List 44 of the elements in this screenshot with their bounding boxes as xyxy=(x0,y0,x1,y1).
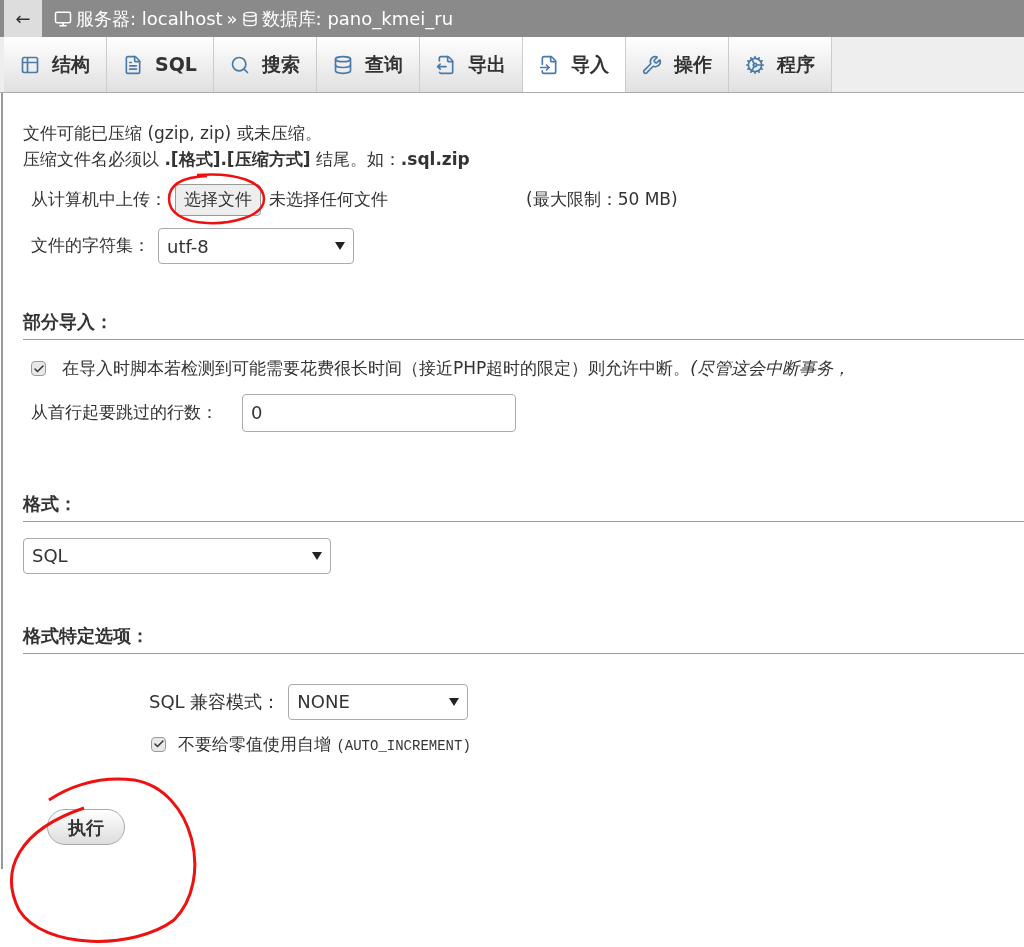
upload-label: 从计算机中上传： xyxy=(31,188,167,212)
checkbox[interactable] xyxy=(151,736,166,752)
compression-note: 文件可能已压缩 (gzip, zip) 或未压缩。 xyxy=(23,122,323,145)
compat-mode-select[interactable]: NONE xyxy=(288,683,469,720)
auto-increment-option-text: 不要给零值使用自增 (AUTO_INCREMENT) xyxy=(178,732,471,756)
dropdown-caret-icon xyxy=(449,697,460,706)
tab-icon xyxy=(123,54,143,75)
server-icon xyxy=(54,9,72,28)
tab[interactable]: 导出 xyxy=(419,37,523,92)
tab[interactable]: 操作 xyxy=(625,37,729,92)
skip-rows-field[interactable]: 0 xyxy=(242,393,516,432)
section-heading: 格式特定选项： xyxy=(23,621,1024,654)
tab-icon xyxy=(435,54,456,75)
section-heading: 部分导入： xyxy=(23,308,1024,340)
no-file-text: 未选择任何文件 xyxy=(269,188,388,212)
tab[interactable]: SQL xyxy=(107,37,214,92)
tab-icon xyxy=(641,54,662,75)
charset-select[interactable]: utf-8 xyxy=(158,228,354,264)
choose-file-button[interactable]: 选择文件 xyxy=(175,184,261,216)
interrupt-option-text: 在导入时脚本若检测到可能需要花费很长时间（接近PHP超时的限定）则允许中断。(尽管这会中断事务， xyxy=(62,357,850,380)
tab[interactable]: 查询 xyxy=(316,37,420,92)
tab-icon xyxy=(229,54,250,75)
execute-button[interactable]: 执行 xyxy=(47,809,125,845)
tab-icon xyxy=(538,54,559,75)
tab-icon xyxy=(744,54,765,75)
checkbox[interactable] xyxy=(31,361,46,377)
format-select[interactable]: SQL xyxy=(23,537,331,574)
max-size-text: (最大限制：50 MB) xyxy=(526,188,678,212)
dropdown-caret-icon xyxy=(335,242,345,250)
dropdown-caret-icon xyxy=(312,551,322,560)
tab[interactable]: 结构 xyxy=(4,37,107,92)
compat-mode-label: SQL 兼容模式： xyxy=(149,690,281,714)
section-heading: 格式： xyxy=(23,489,1024,522)
filename-note: 压缩文件名必须以 .[格式].[压缩方式] 结尾。如：.sql.zip xyxy=(23,147,471,171)
tab[interactable]: 导入 xyxy=(522,37,626,92)
tab-icon xyxy=(332,54,353,75)
charset-label: 文件的字符集： xyxy=(31,234,150,258)
tab-icon xyxy=(20,54,40,75)
back-link[interactable]: ← xyxy=(4,0,42,37)
breadcrumb-separator: » xyxy=(226,7,238,31)
tab[interactable]: 程序 xyxy=(728,37,832,92)
skip-rows-label: 从首行起要跳过的行数： xyxy=(31,400,218,424)
tab[interactable]: 搜索 xyxy=(213,37,317,92)
database-icon xyxy=(241,10,258,27)
